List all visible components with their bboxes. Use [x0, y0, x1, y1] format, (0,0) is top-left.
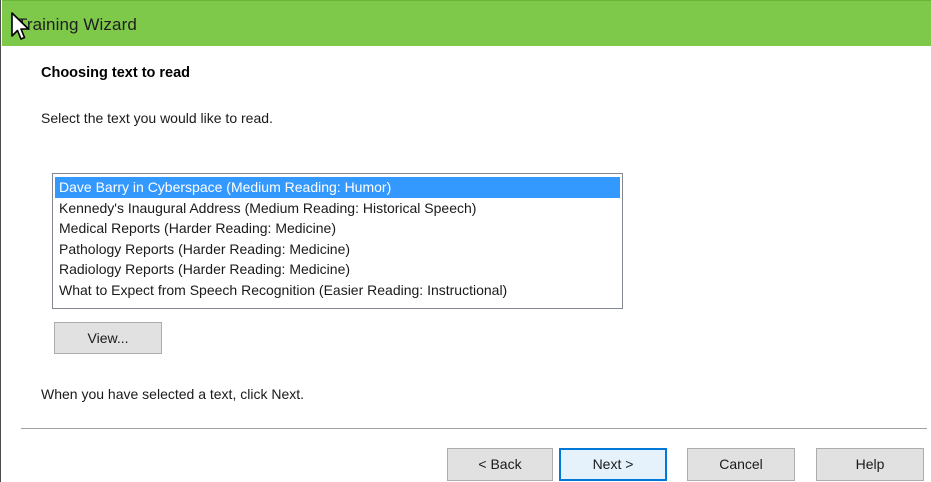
cancel-button[interactable]: Cancel — [687, 448, 795, 481]
list-item[interactable]: Kennedy's Inaugural Address (Medium Read… — [55, 198, 620, 219]
title-bar: Training Wizard — [2, 0, 931, 46]
mouse-pointer-icon — [11, 12, 30, 40]
back-button[interactable]: < Back — [447, 448, 553, 481]
next-step-note: When you have selected a text, click Nex… — [41, 386, 305, 402]
text-selection-listbox[interactable]: Dave Barry in Cyberspace (Medium Reading… — [52, 173, 623, 309]
footer-divider — [21, 428, 927, 430]
list-item[interactable]: What to Expect from Speech Recognition (… — [55, 280, 620, 301]
instruction-text: Select the text you would like to read. — [41, 110, 273, 126]
next-button[interactable]: Next > — [559, 448, 667, 481]
list-item[interactable]: Medical Reports (Harder Reading: Medicin… — [55, 218, 620, 239]
list-item[interactable]: Pathology Reports (Harder Reading: Medic… — [55, 239, 620, 260]
page-heading: Choosing text to read — [41, 65, 191, 81]
training-wizard-window: Training Wizard Choosing text to read Se… — [0, 0, 931, 482]
list-item[interactable]: Radiology Reports (Harder Reading: Medic… — [55, 259, 620, 280]
help-button[interactable]: Help — [816, 448, 924, 481]
list-item[interactable]: Dave Barry in Cyberspace (Medium Reading… — [55, 177, 620, 198]
window-title: Training Wizard — [17, 15, 137, 34]
view-button[interactable]: View... — [54, 322, 162, 354]
